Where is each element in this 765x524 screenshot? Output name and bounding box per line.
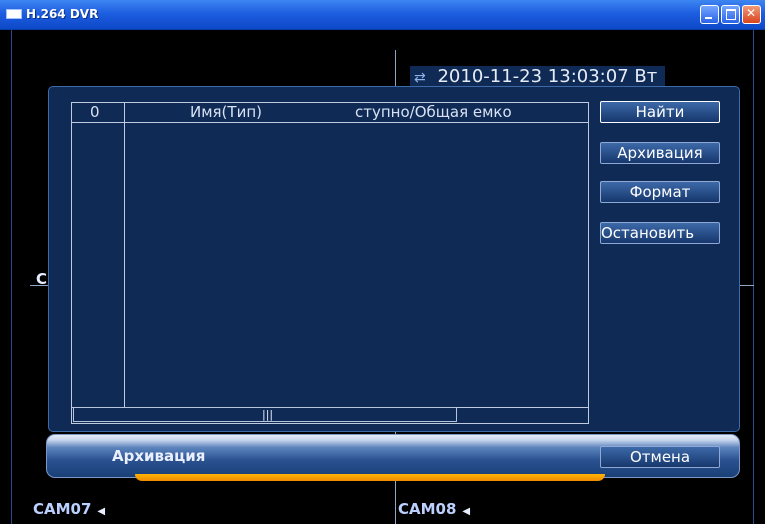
maximize-button[interactable] bbox=[721, 5, 740, 24]
title-bar: H.264 DVR bbox=[0, 0, 765, 30]
camera-name: CAM08 bbox=[398, 500, 457, 518]
table-header-capacity: ступно/Общая емко bbox=[355, 103, 512, 121]
horizontal-scrollbar[interactable]: ||| bbox=[73, 407, 457, 422]
speaker-icon: ◀ bbox=[97, 506, 106, 517]
camera-grid-horizontal-line-right bbox=[738, 285, 754, 286]
speaker-icon: ◀ bbox=[462, 506, 471, 517]
camera-label-cam08: CAM08 ◀ bbox=[398, 500, 470, 518]
datetime-text: 2010-11-23 13:03:07 Вт bbox=[437, 66, 658, 87]
datetime-overlay: ⇄ 2010-11-23 13:03:07 Вт bbox=[410, 66, 666, 88]
table-header-name: Имя(Тип) bbox=[190, 103, 262, 121]
channel-letter: C bbox=[36, 270, 48, 288]
table-header-index: 0 bbox=[90, 103, 100, 121]
table-header-separator bbox=[71, 122, 589, 123]
close-button[interactable] bbox=[742, 5, 761, 24]
backup-button[interactable]: Архивация bbox=[600, 142, 720, 164]
dialog-title-accent bbox=[135, 474, 605, 481]
window-title: H.264 DVR bbox=[26, 7, 99, 21]
dialog-title: Архивация bbox=[112, 447, 206, 465]
stop-button[interactable]: Остановить bbox=[600, 222, 720, 244]
find-button[interactable]: Найти bbox=[600, 101, 720, 123]
format-button[interactable]: Формат bbox=[600, 181, 720, 203]
table-column-separator bbox=[124, 102, 125, 407]
window-icon bbox=[6, 9, 22, 19]
camera-label-cam07: CAM07 ◀ bbox=[33, 500, 105, 518]
cancel-button[interactable]: Отмена bbox=[600, 446, 720, 468]
device-table bbox=[71, 102, 589, 424]
scroll-grip[interactable]: ||| bbox=[262, 409, 273, 421]
minimize-button[interactable] bbox=[700, 5, 719, 24]
sync-icon: ⇄ bbox=[414, 70, 426, 86]
camera-name: CAM07 bbox=[33, 500, 92, 518]
